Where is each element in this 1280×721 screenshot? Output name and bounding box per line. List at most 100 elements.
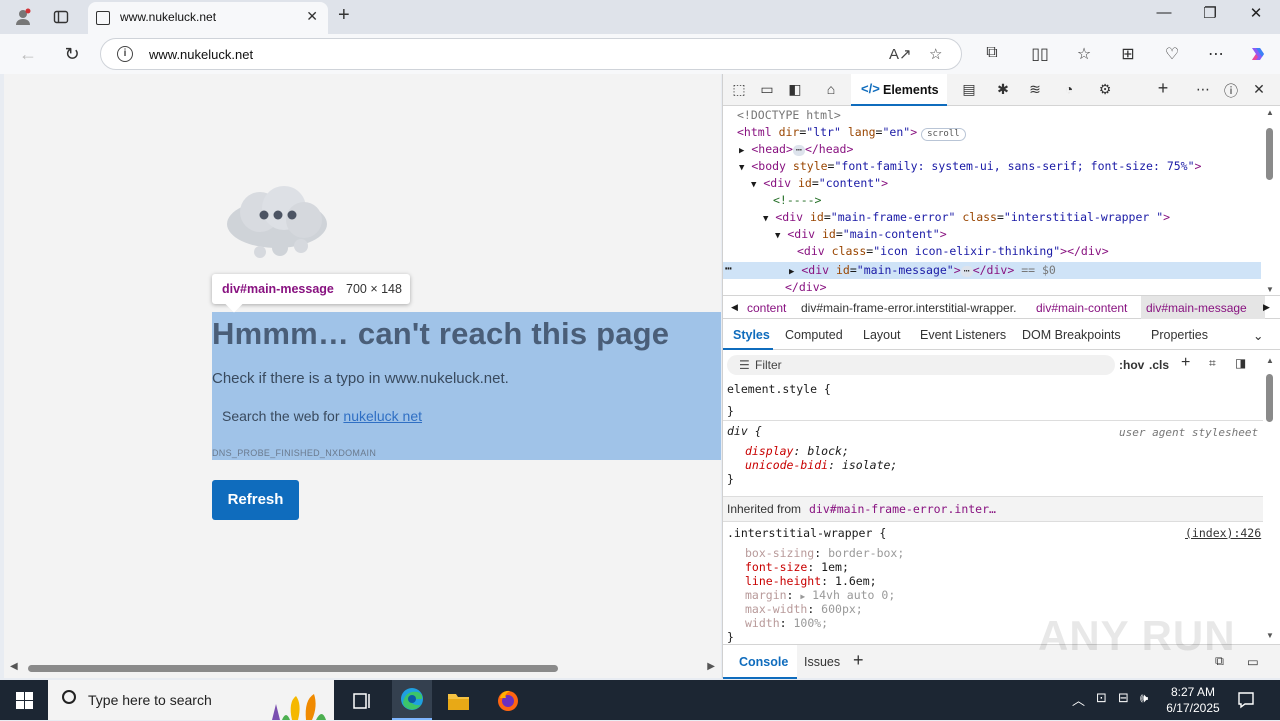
box-sizing-declaration[interactable]: box-sizing: border-box; (745, 546, 904, 560)
show-hidden-icons-chevron[interactable]: ︿ (1072, 690, 1085, 709)
reload-icon[interactable]: ↻ (60, 42, 84, 66)
line-height-declaration[interactable]: line-height: 1.6em; (745, 574, 877, 588)
devtools-menu-icon[interactable]: ⋯ (1193, 81, 1213, 99)
favorites-icon[interactable]: ☆ (1072, 44, 1096, 64)
scroll-right-icon[interactable]: ▶ (707, 661, 715, 672)
font-size-declaration[interactable]: font-size: 1em; (745, 560, 849, 574)
security-tray-icon[interactable]: ⊡ (1096, 690, 1107, 706)
max-width-declaration[interactable]: max-width: 600px; (745, 602, 863, 616)
address-bar[interactable]: i www.nukeluck.net A↗ ☆ (100, 38, 962, 70)
console-tab-icon[interactable]: ▤ (959, 81, 979, 99)
firefox-icon[interactable] (490, 686, 526, 716)
tab-elements[interactable]: </> Elements (851, 74, 947, 106)
edge-taskbar-button[interactable] (392, 680, 432, 720)
div-rule-selector[interactable]: div { (727, 424, 762, 438)
extensions-icon[interactable]: ⧉ (980, 44, 1004, 62)
read-aloud-icon[interactable]: A↗ (889, 45, 912, 63)
dom-line-main-frame-error[interactable]: ▼ <div id="main-frame-error" class="inte… (763, 209, 1170, 226)
restore-icon[interactable]: ❐ (1190, 4, 1230, 22)
element-style-rule[interactable]: element.style { (727, 382, 831, 396)
notification-center-icon[interactable] (1236, 690, 1256, 710)
start-button[interactable] (0, 680, 48, 720)
favorite-star-icon[interactable]: ☆ (929, 45, 942, 63)
tab-properties[interactable]: Properties (1151, 328, 1208, 342)
element-state-icon[interactable]: ⌗ (1209, 356, 1216, 371)
minimize-icon[interactable]: — (1144, 4, 1184, 21)
crumb-scroll-right-icon[interactable]: ▶ (1263, 302, 1270, 313)
dom-line-main-message[interactable]: ▶ <div id="main-message"> ⋯ </div> == $0 (789, 262, 1056, 279)
rule-source-link[interactable]: (index):426 (1185, 526, 1261, 540)
dom-line-content[interactable]: ▼ <div id="content"> (751, 175, 888, 192)
volume-tray-icon[interactable]: 🕪 (1140, 690, 1148, 706)
drawer-tab-issues[interactable]: Issues (804, 655, 840, 669)
width-declaration[interactable]: width: 100%; (745, 616, 828, 630)
page-horizontal-scrollbar[interactable]: ◀ ▶ (4, 660, 721, 676)
refresh-button[interactable]: Refresh (212, 480, 299, 520)
url-text[interactable]: www.nukeluck.net (149, 47, 253, 62)
node-actions-icon[interactable]: ⋯ (725, 260, 732, 277)
dom-line-head[interactable]: ▶ <head> ⋯ </head> (739, 141, 853, 158)
crumb-main-frame-error[interactable]: div#main-frame-error.interstitial-wrappe… (801, 301, 1016, 315)
unicode-bidi-declaration[interactable]: unicode-bidi: isolate; (745, 458, 897, 472)
split-screen-icon[interactable]: ▯▯ (1028, 44, 1052, 64)
crumb-content[interactable]: content (747, 301, 786, 315)
dom-line-html[interactable]: <html dir="ltr" lang="en"> scroll (737, 124, 966, 141)
dom-line-main-content[interactable]: ▼ <div id="main-content"> (775, 226, 947, 243)
settings-gear-icon[interactable]: ⚙ (1095, 81, 1115, 99)
more-tools-plus-icon[interactable]: + (1153, 78, 1173, 98)
toggle-sidebar-icon[interactable]: ◨ (1235, 356, 1246, 370)
network-wifi-icon[interactable]: ≋ (1025, 81, 1045, 99)
crumb-scroll-left-icon[interactable]: ◀ (731, 302, 738, 313)
new-tab-icon[interactable]: + (338, 4, 350, 27)
profile-icon[interactable] (12, 6, 34, 28)
welcome-home-icon[interactable]: ⌂ (821, 81, 841, 99)
site-info-icon[interactable]: i (117, 46, 133, 62)
close-window-icon[interactable]: ✕ (1236, 4, 1276, 22)
subtabs-chevron-icon[interactable]: ⌄ (1253, 328, 1263, 343)
close-tab-icon[interactable]: ✕ (306, 8, 318, 25)
new-style-rule-icon[interactable]: + (1181, 354, 1190, 372)
close-devtools-icon[interactable]: ✕ (1249, 81, 1269, 99)
help-icon[interactable]: ⓘ (1221, 81, 1241, 99)
task-view-icon[interactable] (344, 686, 380, 716)
taskbar-clock[interactable]: 8:27 AM 6/17/2025 (1158, 684, 1228, 716)
tab-computed[interactable]: Computed (785, 328, 843, 342)
browser-essentials-icon[interactable]: ♡ (1160, 44, 1184, 64)
hov-toggle[interactable]: :hov (1119, 358, 1144, 372)
tab-dom-breakpoints[interactable]: DOM Breakpoints (1022, 328, 1121, 342)
taskbar-search[interactable]: Type here to search (48, 680, 334, 720)
back-icon[interactable]: ← (16, 42, 40, 66)
inherited-from-link[interactable]: div#main-frame-error.inter… (809, 502, 996, 516)
dock-drawer-icon[interactable]: ▭ (1247, 654, 1259, 669)
tab-styles-label[interactable]: Styles (733, 328, 770, 342)
scroll-left-icon[interactable]: ◀ (10, 661, 18, 672)
file-explorer-icon[interactable] (440, 686, 476, 716)
copilot-icon[interactable] (1246, 44, 1270, 69)
interstitial-wrapper-selector[interactable]: .interstitial-wrapper { (727, 526, 886, 540)
drawer-add-tab-icon[interactable]: + (853, 650, 864, 671)
performance-icon[interactable]: ◔ (1059, 81, 1079, 99)
dom-line-div-close[interactable]: </div> (785, 279, 827, 296)
styles-scrollbar[interactable]: ▲ ▼ (1263, 356, 1277, 640)
collections-icon[interactable]: ⊞ (1116, 44, 1140, 64)
tab-layout[interactable]: Layout (863, 328, 901, 342)
browser-tab[interactable]: www.nukeluck.net ✕ (88, 2, 328, 34)
dom-line-body[interactable]: ▼ <body style="font-family: system-ui, s… (739, 158, 1201, 175)
dom-scrollbar[interactable]: ▲ ▼ (1263, 108, 1277, 294)
device-emulation-icon[interactable]: ▭ (757, 81, 777, 99)
dock-side-icon[interactable]: ◧ (785, 81, 805, 99)
sources-bug-icon[interactable]: ✱ (993, 81, 1013, 99)
styles-filter-input[interactable]: ☰ Filter (727, 355, 1115, 375)
inspect-element-icon[interactable]: ⬚ (729, 81, 749, 99)
scroll-badge[interactable]: scroll (921, 128, 966, 141)
workspaces-icon[interactable] (50, 6, 72, 28)
more-menu-icon[interactable]: ⋯ (1204, 44, 1228, 64)
drawer-tab-console[interactable]: Console (723, 645, 797, 679)
scroll-thumb[interactable] (28, 665, 558, 672)
crumb-main-message[interactable]: div#main-message (1146, 301, 1247, 315)
search-web-link[interactable]: nukeluck net (343, 408, 422, 424)
cls-toggle[interactable]: .cls (1149, 358, 1169, 372)
dom-line-icon[interactable]: <div class="icon icon-elixir-thinking"><… (797, 243, 1109, 260)
display-declaration[interactable]: display: block; (745, 444, 849, 458)
crumb-main-content[interactable]: div#main-content (1036, 301, 1127, 315)
